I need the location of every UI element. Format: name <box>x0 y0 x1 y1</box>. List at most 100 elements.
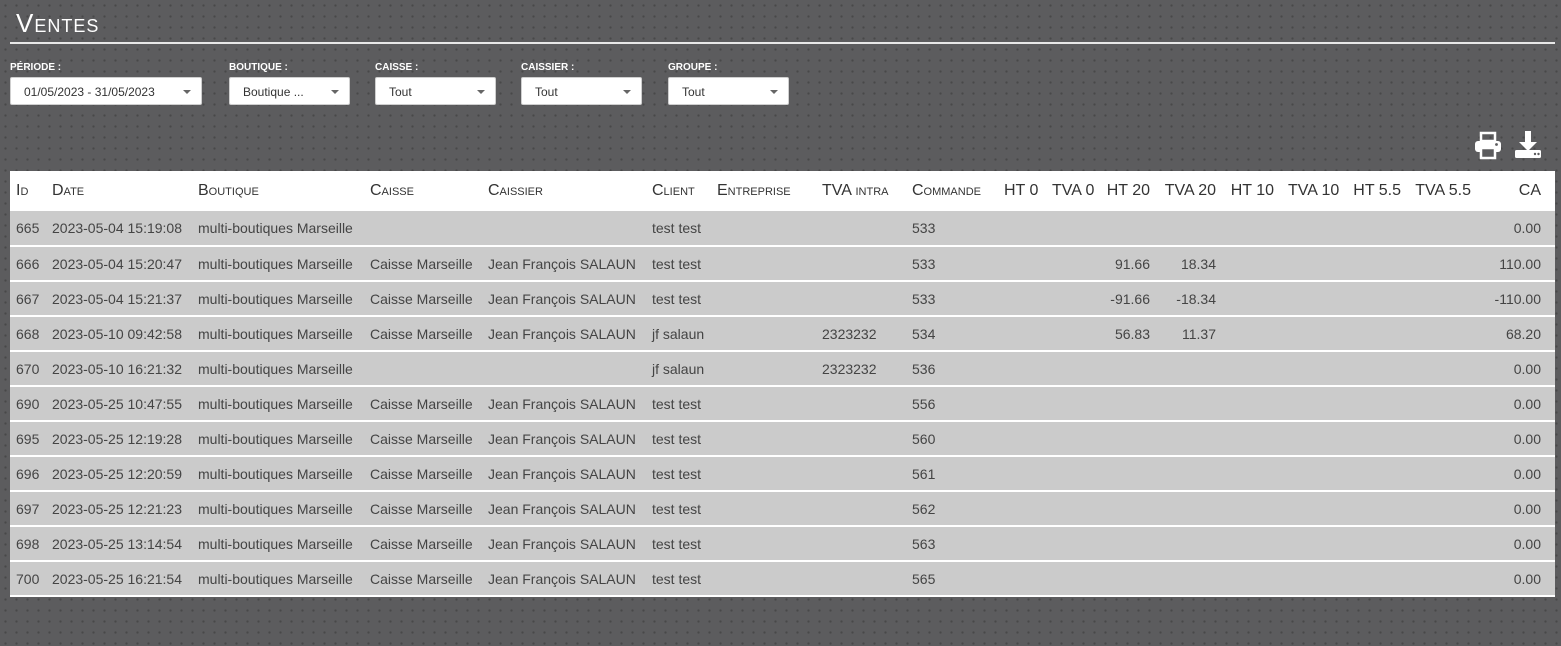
caissier-select-value: Tout <box>535 85 558 99</box>
table-cell: test test <box>652 430 702 447</box>
boutique-select[interactable]: Boutique ... <box>229 77 350 105</box>
table-cell: 533 <box>912 255 936 272</box>
column-header[interactable]: Client <box>646 171 711 211</box>
table-cell: Jean François SALAUN <box>488 500 636 517</box>
table-row[interactable]: 696 2023-05-25 12:20:59 multi-boutiques Ma… <box>10 456 1555 491</box>
caissier-select[interactable]: Tout <box>521 77 642 105</box>
filter-groupe: GROUPE : Tout <box>668 62 789 105</box>
table-row[interactable]: 697 2023-05-25 12:21:23 multi-boutiques Ma… <box>10 491 1555 526</box>
table-cell <box>1415 351 1485 386</box>
column-header[interactable]: Commande <box>906 171 1004 211</box>
column-header[interactable]: HT 10 <box>1230 171 1288 211</box>
table-cell: 561 <box>912 465 936 482</box>
column-header[interactable]: TVA 0 <box>1052 171 1106 211</box>
table-cell <box>1052 456 1106 491</box>
periode-select[interactable]: 01/05/2023 - 31/05/2023 <box>10 77 202 105</box>
table-cell: 670 <box>16 360 40 377</box>
table-cell <box>1004 316 1052 351</box>
column-header[interactable]: Id <box>10 171 46 211</box>
table-cell: test test <box>652 395 702 412</box>
sales-table: Id Date Boutique Caisse Caissier Client Entrep… <box>10 171 1555 597</box>
table-cell <box>1106 491 1164 526</box>
table-row[interactable]: 668 2023-05-10 09:42:58 multi-boutiques Ma… <box>10 316 1555 351</box>
table-cell <box>1415 246 1485 281</box>
table-cell: Caisse Marseille <box>370 395 473 412</box>
table-row[interactable]: 666 2023-05-04 15:20:47 multi-boutiques Ma… <box>10 246 1555 281</box>
table-cell: 2023-05-25 10:47:55 <box>52 395 182 412</box>
groupe-select[interactable]: Tout <box>668 77 789 105</box>
table-cell <box>1288 246 1353 281</box>
table-cell <box>1004 561 1052 596</box>
table-cell <box>1106 456 1164 491</box>
table-cell <box>1230 386 1288 421</box>
table-cell: 565 <box>912 570 936 587</box>
table-header-row: Id Date Boutique Caisse Caissier Client Entrep… <box>10 171 1555 211</box>
table-row[interactable]: 690 2023-05-25 10:47:55 multi-boutiques Ma… <box>10 386 1555 421</box>
table-cell <box>1004 421 1052 456</box>
table-cell: Caisse Marseille <box>370 290 473 307</box>
table-cell <box>1004 211 1052 246</box>
table-cell <box>1353 351 1415 386</box>
table-cell <box>1353 561 1415 596</box>
table-cell: 533 <box>912 220 936 236</box>
table-cell <box>816 561 906 596</box>
column-header[interactable]: TVA 10 <box>1288 171 1353 211</box>
table-cell <box>711 561 816 596</box>
table-row[interactable]: 695 2023-05-25 12:19:28 multi-boutiques Ma… <box>10 421 1555 456</box>
table-cell: 0.00 <box>1513 535 1541 552</box>
table-cell <box>1052 211 1106 246</box>
table-cell <box>1288 211 1353 246</box>
table-cell: 556 <box>912 395 936 412</box>
table-cell: multi-boutiques Marseille <box>198 290 353 307</box>
boutique-select-value: Boutique ... <box>243 85 304 99</box>
table-cell <box>1106 526 1164 561</box>
table-cell <box>1164 351 1230 386</box>
table-row[interactable]: 698 2023-05-25 13:14:54 multi-boutiques Ma… <box>10 526 1555 561</box>
table-cell <box>1415 386 1485 421</box>
table-cell <box>1288 281 1353 316</box>
column-header[interactable]: TVA intra <box>816 171 906 211</box>
table-cell <box>1415 316 1485 351</box>
caisse-select[interactable]: Tout <box>375 77 496 105</box>
table-cell <box>1164 491 1230 526</box>
filter-caissier: CAISSIER : Tout <box>521 62 642 105</box>
table-cell: 563 <box>912 535 936 552</box>
table-cell: multi-boutiques Marseille <box>198 325 353 342</box>
column-header[interactable]: Boutique <box>192 171 364 211</box>
table-row[interactable]: 670 2023-05-10 16:21:32 multi-boutiques Ma… <box>10 351 1555 386</box>
column-header[interactable]: TVA 5.5 <box>1415 171 1485 211</box>
table-cell <box>1415 456 1485 491</box>
filter-caisse: CAISSE : Tout <box>375 62 496 105</box>
table-cell <box>816 526 906 561</box>
table-cell <box>1353 281 1415 316</box>
table-cell <box>1004 281 1052 316</box>
table-cell <box>364 351 482 386</box>
column-header[interactable]: Date <box>46 171 192 211</box>
table-cell: test test <box>652 570 702 587</box>
column-header[interactable]: CA <box>1485 171 1555 211</box>
column-header[interactable]: TVA 20 <box>1164 171 1230 211</box>
column-header[interactable]: Caisse <box>364 171 482 211</box>
column-header[interactable]: HT 20 <box>1106 171 1164 211</box>
table-cell <box>1164 456 1230 491</box>
table-cell <box>1052 561 1106 596</box>
table-cell <box>711 316 816 351</box>
chevron-down-icon <box>770 90 778 94</box>
column-header[interactable]: Entreprise <box>711 171 816 211</box>
column-header[interactable]: HT 0 <box>1004 171 1052 211</box>
table-cell: 0.00 <box>1513 360 1541 377</box>
print-button[interactable] <box>1473 130 1503 160</box>
table-row[interactable]: 667 2023-05-04 15:21:37 multi-boutiques Ma… <box>10 281 1555 316</box>
table-cell: 110.00 <box>1499 255 1541 272</box>
table-cell <box>1353 421 1415 456</box>
table-row[interactable]: 665 2023-05-04 15:19:08 multi-boutiques Ma… <box>10 211 1555 246</box>
table-cell <box>1230 561 1288 596</box>
table-cell: Jean François SALAUN <box>488 325 636 342</box>
table-cell <box>1230 491 1288 526</box>
table-row[interactable]: 700 2023-05-25 16:21:54 multi-boutiques Ma… <box>10 561 1555 596</box>
table-cell: test test <box>652 255 702 272</box>
table-cell: multi-boutiques Marseille <box>198 500 353 517</box>
download-button[interactable] <box>1513 130 1543 160</box>
column-header[interactable]: Caissier <box>482 171 646 211</box>
column-header[interactable]: HT 5.5 <box>1353 171 1415 211</box>
